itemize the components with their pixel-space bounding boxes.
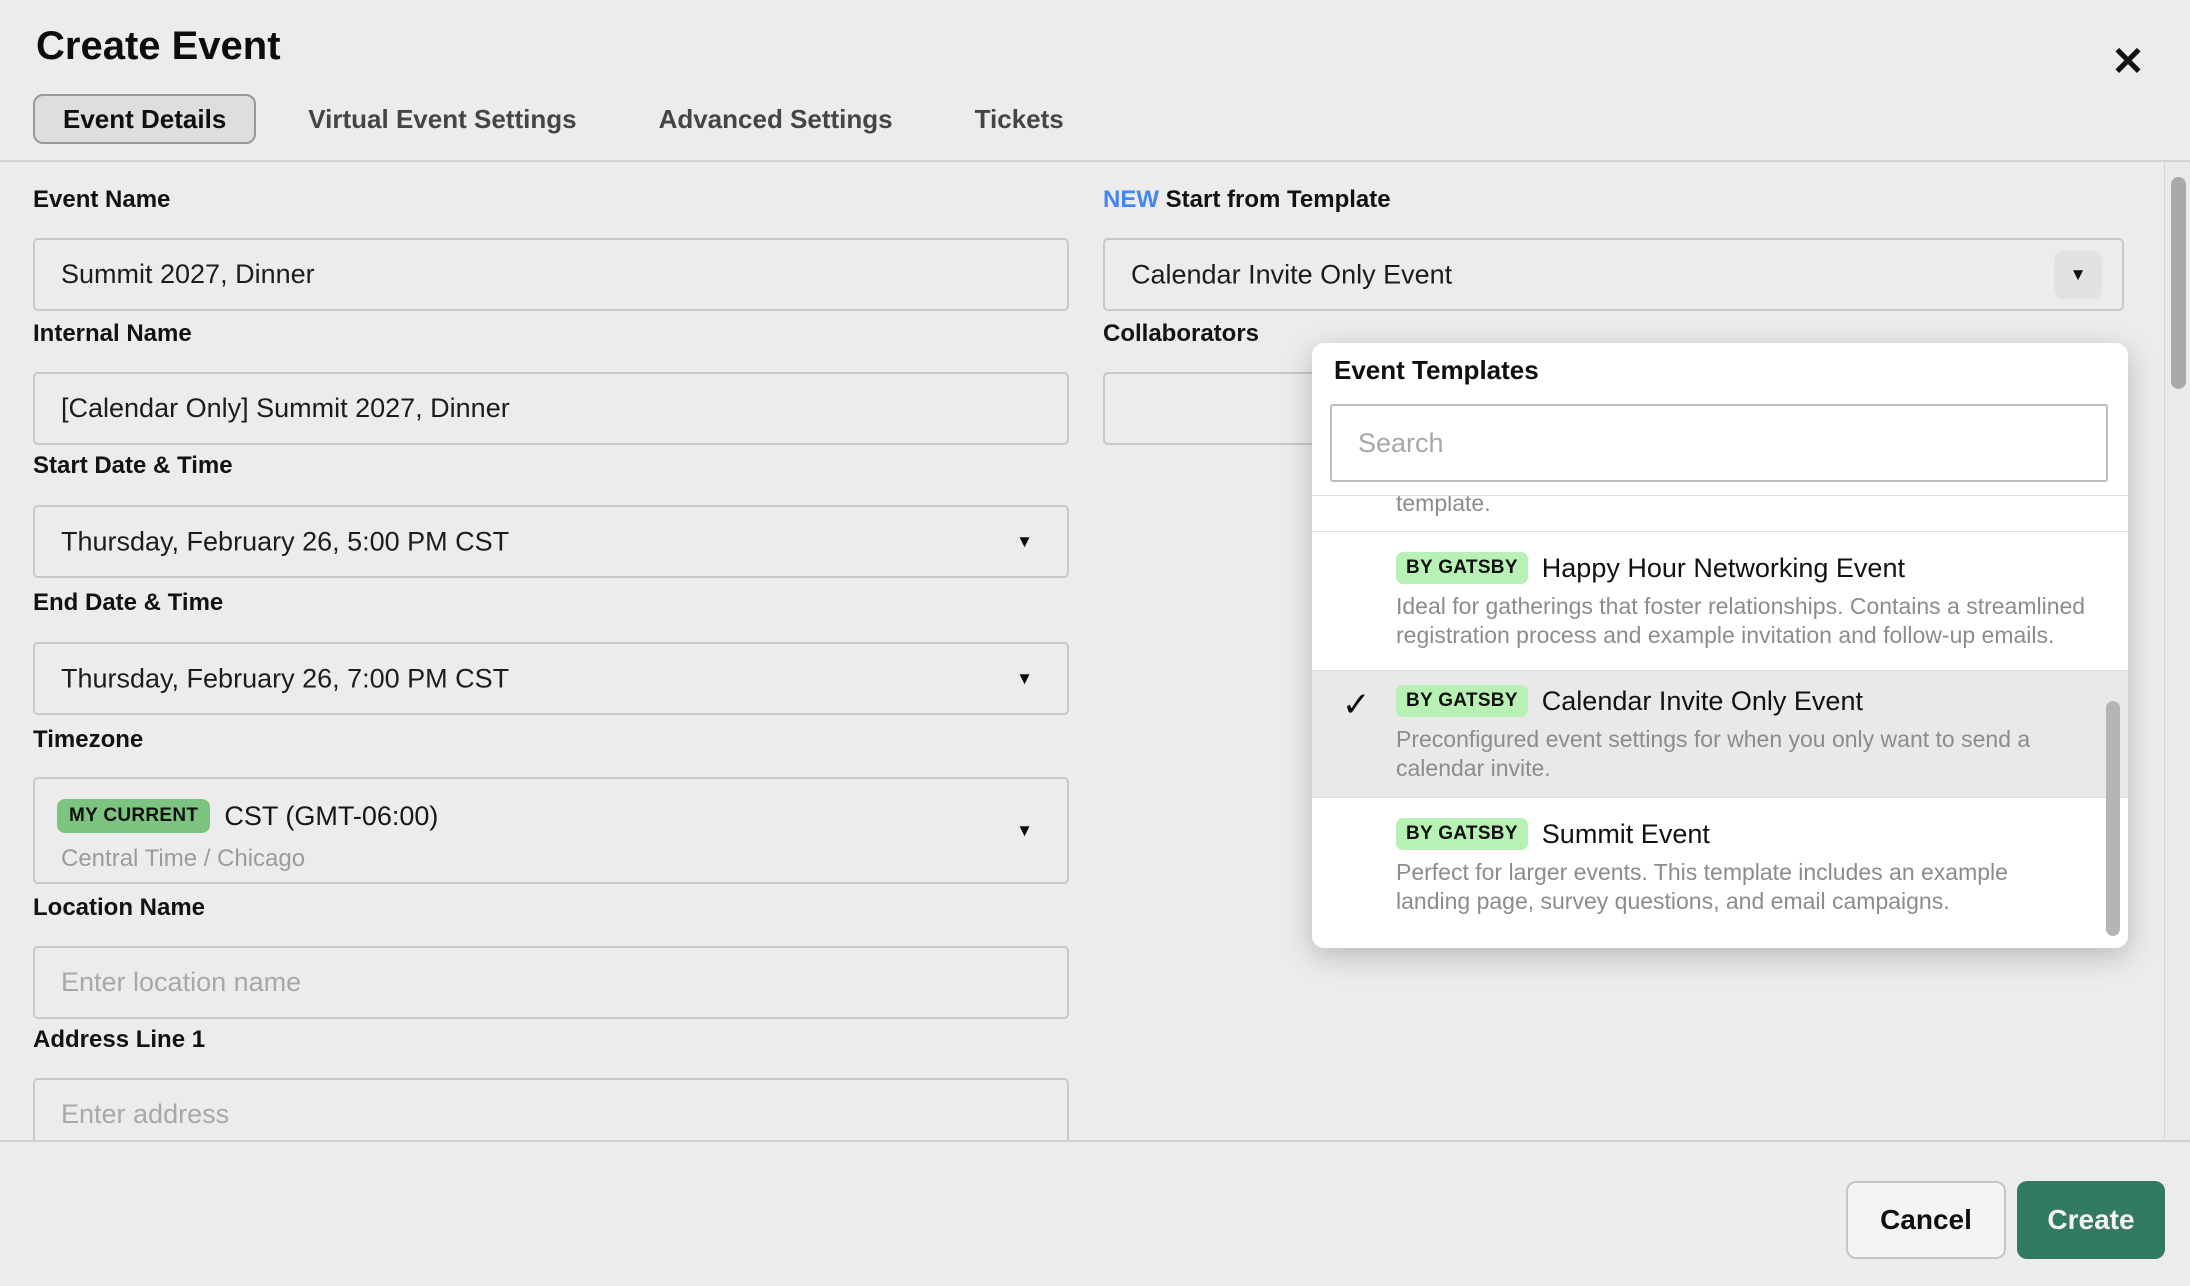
location-name-label: Location Name: [33, 894, 205, 922]
header-divider: [0, 160, 2190, 162]
new-badge: NEW: [1103, 186, 1159, 213]
template-item-happy-hour[interactable]: BY GATSBY Happy Hour Networking Event Id…: [1312, 532, 2128, 670]
timezone-row: MY CURRENT CST (GMT-06:00): [57, 799, 438, 833]
create-button[interactable]: Create: [2017, 1181, 2165, 1259]
end-datetime-value: Thursday, February 26, 7:00 PM CST: [61, 663, 509, 694]
tab-tickets[interactable]: Tickets: [945, 94, 1094, 144]
internal-name-label: Internal Name: [33, 320, 192, 348]
internal-name-input[interactable]: [33, 372, 1069, 445]
tab-virtual-event-settings[interactable]: Virtual Event Settings: [278, 94, 606, 144]
cancel-button[interactable]: Cancel: [1846, 1181, 2006, 1259]
start-datetime-select[interactable]: Thursday, February 26, 5:00 PM CST ▼: [33, 505, 1069, 578]
template-item-calendar-invite-only[interactable]: ✓ BY GATSBY Calendar Invite Only Event P…: [1312, 670, 2128, 797]
end-datetime-label: End Date & Time: [33, 589, 223, 617]
by-gatsby-badge: BY GATSBY: [1396, 818, 1528, 850]
my-current-badge: MY CURRENT: [57, 799, 210, 833]
by-gatsby-badge: BY GATSBY: [1396, 685, 1528, 717]
template-select[interactable]: Calendar Invite Only Event ▼: [1103, 238, 2124, 311]
template-item-title: Happy Hour Networking Event: [1542, 553, 1905, 584]
close-button[interactable]: ✕: [2098, 32, 2158, 92]
template-item-title: Calendar Invite Only Event: [1542, 686, 1863, 717]
chevron-down-icon: ▼: [1016, 532, 1033, 552]
event-name-input[interactable]: [33, 238, 1069, 311]
chevron-down-icon: ▼: [2070, 265, 2087, 284]
create-event-modal: Create Event ✕ Event Details Virtual Eve…: [0, 0, 2190, 1286]
template-item-description: Perfect for larger events. This template…: [1396, 858, 2088, 916]
template-search-input[interactable]: [1330, 404, 2108, 482]
modal-footer: Cancel Create: [0, 1140, 2190, 1286]
event-templates-popup: Event Templates template. BY GATSBY Happ…: [1312, 343, 2128, 948]
collaborators-label: Collaborators: [1103, 320, 1259, 348]
by-gatsby-badge: BY GATSBY: [1396, 552, 1528, 584]
start-datetime-label: Start Date & Time: [33, 452, 233, 480]
end-datetime-select[interactable]: Thursday, February 26, 7:00 PM CST ▼: [33, 642, 1069, 715]
template-item-summit[interactable]: BY GATSBY Summit Event Perfect for large…: [1312, 797, 2128, 936]
event-name-label: Event Name: [33, 186, 170, 214]
popup-title: Event Templates: [1334, 355, 1539, 386]
tab-advanced-settings[interactable]: Advanced Settings: [629, 94, 923, 144]
start-datetime-value: Thursday, February 26, 5:00 PM CST: [61, 526, 509, 557]
template-select-value: Calendar Invite Only Event: [1131, 259, 1452, 290]
template-select-dropdown-button[interactable]: ▼: [2054, 251, 2102, 299]
clipped-template-item[interactable]: template.: [1312, 496, 2128, 532]
timezone-select[interactable]: MY CURRENT CST (GMT-06:00) Central Time …: [33, 777, 1069, 884]
chevron-down-icon: ▼: [1016, 821, 1033, 841]
check-icon: ✓: [1342, 685, 1371, 725]
timezone-subtext: Central Time / Chicago: [61, 845, 305, 873]
tab-bar: Event Details Virtual Event Settings Adv…: [33, 94, 1116, 144]
tab-event-details[interactable]: Event Details: [33, 94, 256, 144]
page-title: Create Event: [36, 24, 281, 69]
template-list: template. BY GATSBY Happy Hour Networkin…: [1312, 495, 2128, 948]
start-from-template-text: Start from Template: [1166, 186, 1391, 213]
close-icon: ✕: [2111, 40, 2145, 84]
timezone-value: CST (GMT-06:00): [224, 801, 438, 832]
template-item-description: Ideal for gatherings that foster relatio…: [1396, 592, 2088, 650]
page-scrollbar-thumb[interactable]: [2171, 177, 2186, 389]
clipped-template-text: template.: [1312, 496, 2128, 518]
timezone-label: Timezone: [33, 726, 143, 754]
location-name-input[interactable]: [33, 946, 1069, 1019]
popup-scrollbar-thumb[interactable]: [2106, 701, 2120, 936]
template-item-title: Summit Event: [1542, 819, 1710, 850]
template-item-description: Preconfigured event settings for when yo…: [1396, 725, 2088, 783]
start-from-template-label: NEW Start from Template: [1103, 186, 1391, 214]
chevron-down-icon: ▼: [1016, 669, 1033, 689]
address-line-1-label: Address Line 1: [33, 1026, 205, 1054]
